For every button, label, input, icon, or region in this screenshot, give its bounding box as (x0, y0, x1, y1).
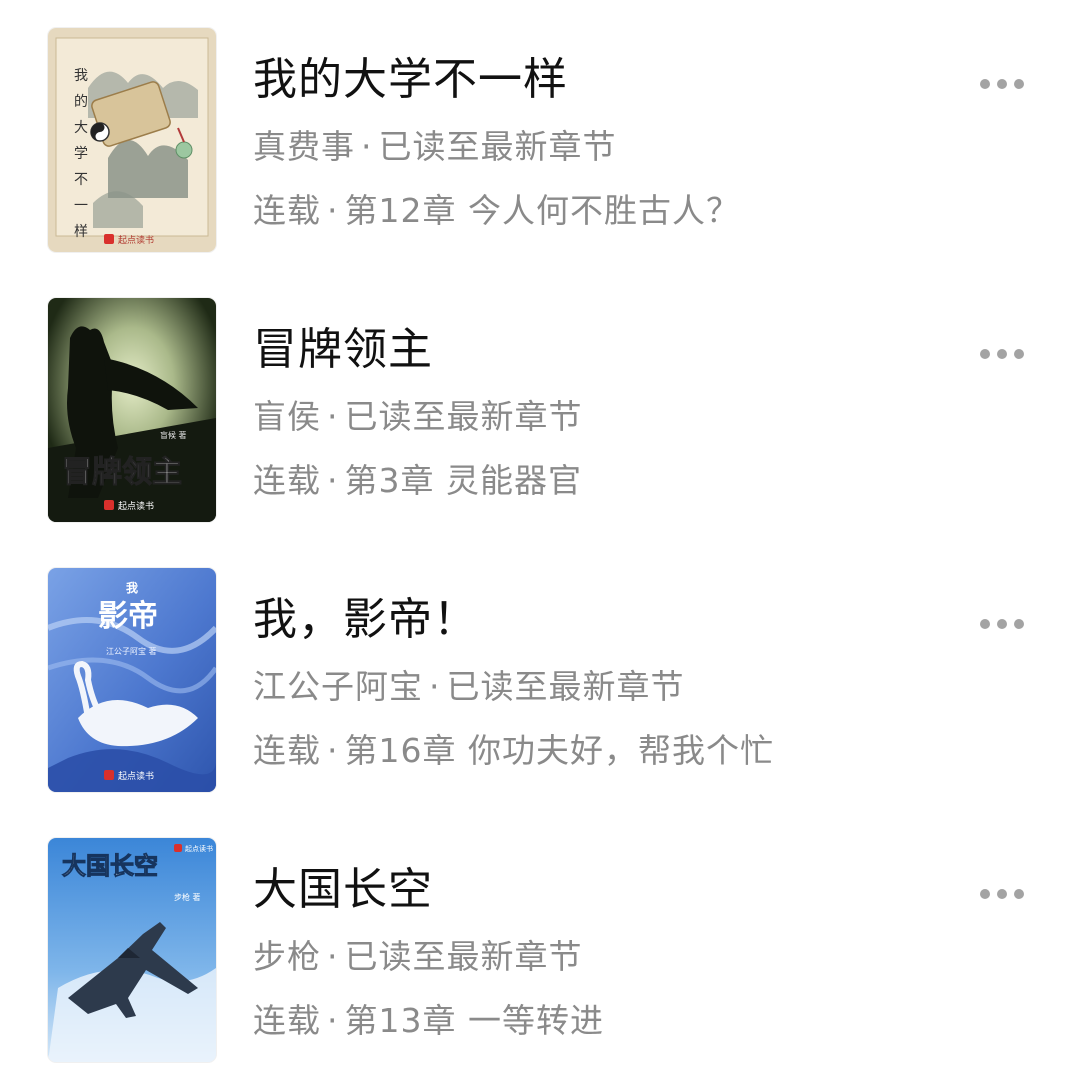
separator-dot: · (327, 731, 339, 770)
more-horizontal-icon (980, 619, 990, 629)
more-horizontal-icon (1014, 889, 1024, 899)
bookshelf-list: 我 的 大 学 不 一 样 起点读书 我的大学不一样 真费事 · 已读至最新章节 连… (0, 0, 1080, 1080)
cover-publisher: 起点读书 (118, 500, 154, 512)
book-chapter-info: 连载 · 第16章 你功夫好，帮我个忙 (253, 728, 774, 774)
cover-vertical-title-char: 大 (74, 120, 88, 136)
cover-author: 盲候 著 (160, 430, 187, 440)
book-cover[interactable]: 大国长空 步枪 著 起点读书 (48, 838, 216, 1062)
more-horizontal-icon (1014, 349, 1024, 359)
separator-dot: · (327, 1001, 339, 1040)
separator-dot: · (361, 127, 373, 166)
serial-status: 连载 (253, 461, 321, 500)
cover-publisher: 起点读书 (118, 234, 154, 246)
reading-progress: 已读至最新章节 (344, 397, 583, 436)
cover-vertical-title-char: 不 (74, 172, 88, 188)
separator-dot: · (327, 461, 339, 500)
more-horizontal-icon (1014, 619, 1024, 629)
cover-publisher: 起点读书 (185, 844, 213, 853)
reading-progress: 已读至最新章节 (344, 937, 583, 976)
serial-status: 连载 (253, 731, 321, 770)
book-chapter-info: 连载 · 第3章 灵能器官 (253, 458, 582, 504)
latest-chapter: 第13章 一等转进 (344, 1001, 604, 1040)
book-cover-art: 大国长空 步枪 著 起点读书 (48, 838, 216, 1062)
book-cover[interactable]: 盲候 著 冒牌领主 起点读书 (48, 298, 216, 522)
book-title[interactable]: 冒牌领主 (253, 320, 433, 380)
serial-status: 连载 (253, 191, 321, 230)
book-cover-art: 我 影帝 江公子阿宝 著 起点读书 (48, 568, 216, 792)
separator-dot: · (327, 397, 339, 436)
separator-dot: · (429, 667, 441, 706)
book-chapter-info: 连载 · 第12章 今人何不胜古人？ (253, 188, 740, 234)
book-cover[interactable]: 我 的 大 学 不 一 样 起点读书 (48, 28, 216, 252)
book-cover-art: 我 的 大 学 不 一 样 起点读书 (48, 28, 216, 252)
more-options-button[interactable] (966, 604, 1038, 644)
more-horizontal-icon (980, 79, 990, 89)
cover-vertical-title-char: 一 (74, 198, 88, 214)
cover-vertical-title-char: 的 (74, 94, 88, 110)
cover-vertical-title-char: 学 (74, 146, 88, 162)
cover-publisher: 起点读书 (118, 770, 154, 782)
more-horizontal-icon (997, 349, 1007, 359)
book-row[interactable]: 大国长空 步枪 著 起点读书 大国长空 步枪 · 已读至最新章节 连载 · 第13章 一… (0, 838, 1080, 1063)
more-options-button[interactable] (966, 64, 1038, 104)
book-chapter-info: 连载 · 第13章 一等转进 (253, 998, 604, 1044)
serial-status: 连载 (253, 1001, 321, 1040)
cover-vertical-title-char: 样 (74, 224, 88, 240)
book-meta: 步枪 · 已读至最新章节 (253, 934, 583, 980)
reading-progress: 已读至最新章节 (378, 127, 617, 166)
book-author: 步枪 (253, 937, 321, 976)
book-author: 真费事 (253, 127, 355, 166)
more-horizontal-icon (997, 889, 1007, 899)
separator-dot: · (327, 937, 339, 976)
book-title[interactable]: 我的大学不一样 (253, 50, 568, 110)
book-author: 盲侯 (253, 397, 321, 436)
book-author: 江公子阿宝 (253, 667, 423, 706)
separator-dot: · (327, 191, 339, 230)
latest-chapter: 第12章 今人何不胜古人？ (344, 191, 740, 230)
book-cover-art: 盲候 著 冒牌领主 起点读书 (48, 298, 216, 522)
more-horizontal-icon (980, 349, 990, 359)
book-meta: 盲侯 · 已读至最新章节 (253, 394, 583, 440)
latest-chapter: 第3章 灵能器官 (344, 461, 582, 500)
more-horizontal-icon (997, 619, 1007, 629)
book-meta: 真费事 · 已读至最新章节 (253, 124, 617, 170)
latest-chapter: 第16章 你功夫好，帮我个忙 (344, 731, 774, 770)
cover-author: 步枪 著 (174, 892, 201, 902)
book-cover[interactable]: 我 影帝 江公子阿宝 著 起点读书 (48, 568, 216, 792)
more-horizontal-icon (980, 889, 990, 899)
book-title[interactable]: 大国长空 (253, 860, 433, 920)
book-title[interactable]: 我，影帝！ (253, 590, 478, 650)
more-horizontal-icon (997, 79, 1007, 89)
more-horizontal-icon (1014, 79, 1024, 89)
book-row[interactable]: 盲候 著 冒牌领主 起点读书 冒牌领主 盲侯 · 已读至最新章节 连载 · 第3章 灵能… (0, 298, 1080, 523)
cover-title: 影帝 (98, 599, 158, 634)
cover-title: 冒牌领主 (62, 455, 182, 490)
cover-vertical-title-char: 我 (74, 68, 88, 84)
more-options-button[interactable] (966, 334, 1038, 374)
book-meta: 江公子阿宝 · 已读至最新章节 (253, 664, 685, 710)
book-row[interactable]: 我 影帝 江公子阿宝 著 起点读书 我，影帝！ 江公子阿宝 · 已读至最新章节 连载… (0, 568, 1080, 793)
reading-progress: 已读至最新章节 (446, 667, 685, 706)
book-row[interactable]: 我 的 大 学 不 一 样 起点读书 我的大学不一样 真费事 · 已读至最新章节 连… (0, 28, 1080, 253)
cover-author: 江公子阿宝 著 (106, 646, 157, 656)
more-options-button[interactable] (966, 874, 1038, 914)
cover-title-small: 我 (126, 580, 138, 595)
cover-title: 大国长空 (62, 852, 158, 880)
